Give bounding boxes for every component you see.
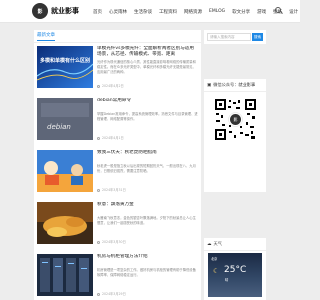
- post-thumbnail[interactable]: debian: [37, 98, 93, 140]
- weather-icon: ☁: [207, 241, 212, 247]
- post-title[interactable]: 致我三伏天：秋老虎防晒指南: [97, 150, 198, 156]
- nav-item-2[interactable]: 生活杂谈: [134, 9, 152, 15]
- clock-icon: [97, 136, 100, 140]
- clock-icon: [97, 240, 100, 244]
- nav-item-4[interactable]: 网络资源: [184, 9, 202, 15]
- post-meta: 2024年3月31日: [97, 187, 198, 192]
- nav-item-7[interactable]: 游戏: [257, 9, 266, 15]
- post-title[interactable]: debian常用命令: [97, 98, 198, 104]
- post-thumbnail[interactable]: [37, 202, 93, 244]
- wechat-header: ▣ 微信公众号：就业影事: [204, 79, 266, 92]
- post-item[interactable]: 多模和单模有什么区别 单模光纤vs多模光纤：全面解析两者区别与适用场景，从芯径、…: [37, 46, 198, 98]
- weather-temp: 25°C: [224, 265, 247, 275]
- logo-mark: 影: [32, 3, 48, 19]
- post-thumb-text: debian: [47, 123, 71, 131]
- weather-widget[interactable]: 北京 ☾ 25°C 晴: [208, 253, 262, 297]
- post-date: 2024年3月31日: [102, 188, 126, 192]
- clock-icon: [97, 84, 100, 88]
- site-title: 就业影事: [51, 7, 79, 15]
- post-date: 2024年4月1日: [102, 136, 124, 140]
- moon-icon: ☾: [213, 267, 220, 275]
- nav-item-1[interactable]: 心灵雨林: [109, 9, 127, 15]
- weather-desc: 晴: [225, 278, 229, 282]
- post-thumbnail[interactable]: 多模和单模有什么区别: [37, 46, 93, 88]
- qr-code-image: 影: [214, 98, 257, 141]
- post-date: 2024年3月30日: [102, 240, 126, 244]
- nav-menu: 首页 心灵雨林 生活杂谈 工程资料 网络资源 EMLOG 软文分享 游戏 壁纸 …: [93, 0, 305, 23]
- nav-item-5[interactable]: EMLOG: [209, 9, 225, 14]
- nav-item-home[interactable]: 首页: [93, 9, 102, 15]
- post-date: 2024年4月2日: [102, 84, 124, 88]
- nav-item-6[interactable]: 软文分享: [232, 9, 250, 15]
- post-meta: 2024年3月30日: [97, 239, 198, 244]
- post-excerpt: 机房管理是一项复杂的工作。做好机房与机柜的管理有助于降低设备故障率，保障网络稳定…: [97, 268, 196, 277]
- clock-icon: [97, 188, 100, 192]
- sidebar-wechat: ▣ 微信公众号：就业影事 影: [204, 79, 266, 192]
- post-title[interactable]: 秋意：飘落黄万金: [97, 202, 198, 208]
- weather-city: 北京: [211, 257, 218, 261]
- post-title[interactable]: 单模光纤vs多模光纤：全面解析两者区别与适用场景，从芯径、传输模式、带宽、距离: [97, 46, 198, 58]
- post-excerpt: 掌握Debian常用命令，提高系统管理效率。熟悉文件与目录管理、进程管理、网络配…: [97, 112, 198, 121]
- post-item[interactable]: 秋意：飘落黄万金 大雁南飞秋意浓，金色的银杏叶飘落满地。夕阳下的秋景总让人心生惬…: [37, 202, 198, 254]
- clock-icon: [97, 292, 100, 296]
- sidebar-weather: ☁ 天气 北京 ☾ 25°C 晴: [204, 238, 266, 300]
- nav-item-9[interactable]: 设计: [289, 9, 298, 15]
- post-meta: 2024年3月29日: [97, 291, 198, 296]
- post-item[interactable]: 机房与机柜管理方法介绍 机房管理是一项复杂的工作。做好机房与机柜的管理有助于降低…: [37, 254, 198, 300]
- section-title: 最新文章: [37, 32, 55, 41]
- search-icon[interactable]: [275, 7, 283, 15]
- nav-item-3[interactable]: 工程资料: [159, 9, 177, 15]
- wechat-title: 微信公众号：就业影事: [213, 82, 256, 87]
- main-content: 最新文章 多模和单模有什么区别 单模光纤vs多模光纤：全面解析两者区别与适用场景…: [34, 30, 201, 300]
- site-logo[interactable]: 影 就业影事: [32, 3, 86, 19]
- post-item[interactable]: debian debian常用命令 掌握Debian常用命令，提高系统管理效率。…: [37, 98, 198, 150]
- post-meta: 2024年4月2日: [97, 83, 198, 88]
- post-excerpt: 大雁南飞秋意浓，金色的银杏叶飘落满地。夕阳下的秋景总让人心生惬意，让我们一起感受…: [97, 216, 196, 225]
- post-thumbnail[interactable]: [37, 254, 93, 296]
- weather-header: ☁ 天气: [204, 238, 266, 251]
- post-excerpt: 秋老虎一般是指立秋以后出现的短期回热天气，一般出现在八、九月份，日照依旧强烈，需…: [97, 164, 196, 173]
- sidebar-search: 请输入搜索内容 搜索: [204, 30, 266, 44]
- post-meta: 2024年4月1日: [97, 135, 198, 140]
- section-header: 最新文章: [34, 30, 201, 43]
- post-thumb-text: 多模和单模有什么区别: [40, 57, 90, 64]
- post-title[interactable]: 机房与机柜管理方法介绍: [97, 254, 198, 260]
- post-date: 2024年3月29日: [102, 292, 126, 296]
- weather-title: 天气: [213, 241, 222, 246]
- qr-center-text: 影: [234, 116, 238, 122]
- search-button[interactable]: 搜索: [252, 33, 263, 41]
- wechat-icon: ▣: [207, 82, 212, 88]
- post-excerpt: 光纤作为现代通信的核心介质，其性能直接影响着网络的传输质量和稳定性。而在众多光纤…: [97, 60, 196, 74]
- post-item[interactable]: 致我三伏天：秋老虎防晒指南 秋老虎一般是指立秋以后出现的短期回热天气，一般出现在…: [37, 150, 198, 202]
- top-nav: 影 就业影事 首页 心灵雨林 生活杂谈 工程资料 网络资源 EMLOG 软文分享…: [0, 0, 300, 23]
- search-input[interactable]: 请输入搜索内容: [207, 33, 251, 41]
- post-thumbnail[interactable]: [37, 150, 93, 192]
